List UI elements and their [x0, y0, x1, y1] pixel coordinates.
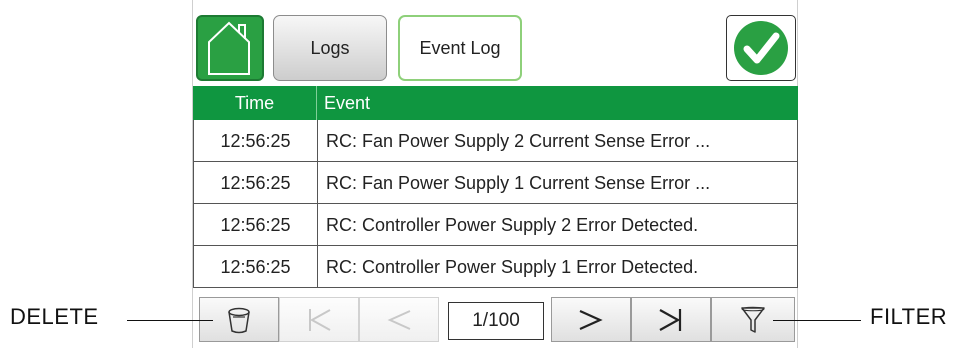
event-log-table: Time Event 12:56:25 RC: Fan Power Supply… [193, 86, 798, 288]
check-circle-icon [734, 21, 788, 75]
filter-callout-label: FILTER [870, 304, 948, 329]
delete-callout-line [127, 320, 213, 321]
table-row[interactable]: 12:56:25 RC: Controller Power Supply 2 E… [194, 204, 797, 246]
ok-button[interactable] [726, 15, 796, 81]
pagination-toolbar: 1/100 [199, 297, 795, 342]
table-row[interactable]: 12:56:25 RC: Fan Power Supply 1 Current … [194, 162, 797, 204]
row-event: RC: Fan Power Supply 2 Current Sense Err… [326, 131, 711, 151]
row-event: RC: Controller Power Supply 1 Error Dete… [326, 257, 699, 277]
home-button[interactable] [196, 15, 264, 81]
tab-logs[interactable]: Logs [273, 15, 387, 81]
house-icon [208, 21, 250, 75]
delete-callout-label: DELETE [10, 304, 99, 329]
last-page-button[interactable] [631, 297, 711, 342]
row-time: 12:56:25 [194, 204, 318, 245]
previous-page-button[interactable] [359, 297, 439, 342]
row-time: 12:56:25 [194, 120, 318, 161]
first-page-button[interactable] [279, 297, 359, 342]
next-page-icon [579, 309, 603, 330]
row-time: 12:56:25 [194, 162, 318, 203]
tab-event-log-label: Event Log [419, 37, 501, 58]
tab-event-log[interactable]: Event Log [398, 15, 522, 81]
column-header-event: Event [324, 93, 371, 113]
last-page-icon [659, 308, 682, 331]
row-time: 12:56:25 [194, 246, 318, 287]
next-page-button[interactable] [551, 297, 631, 342]
first-page-icon [309, 308, 331, 331]
event-log-panel: Logs Event Log Time Event 12:56:25 RC: F… [192, 0, 798, 348]
trash-icon [228, 307, 250, 333]
tab-logs-label: Logs [310, 37, 350, 58]
row-event: RC: Controller Power Supply 2 Error Dete… [326, 215, 699, 235]
page-indicator: 1/100 [448, 302, 544, 340]
table-row[interactable]: 12:56:25 RC: Fan Power Supply 2 Current … [194, 120, 797, 162]
table-row[interactable]: 12:56:25 RC: Controller Power Supply 1 E… [194, 246, 797, 288]
filter-icon [741, 306, 765, 333]
row-event: RC: Fan Power Supply 1 Current Sense Err… [326, 173, 711, 193]
filter-callout-line [773, 320, 861, 321]
column-header-time: Time [193, 86, 317, 120]
table-header: Time Event [193, 86, 798, 120]
previous-page-icon [387, 309, 411, 330]
